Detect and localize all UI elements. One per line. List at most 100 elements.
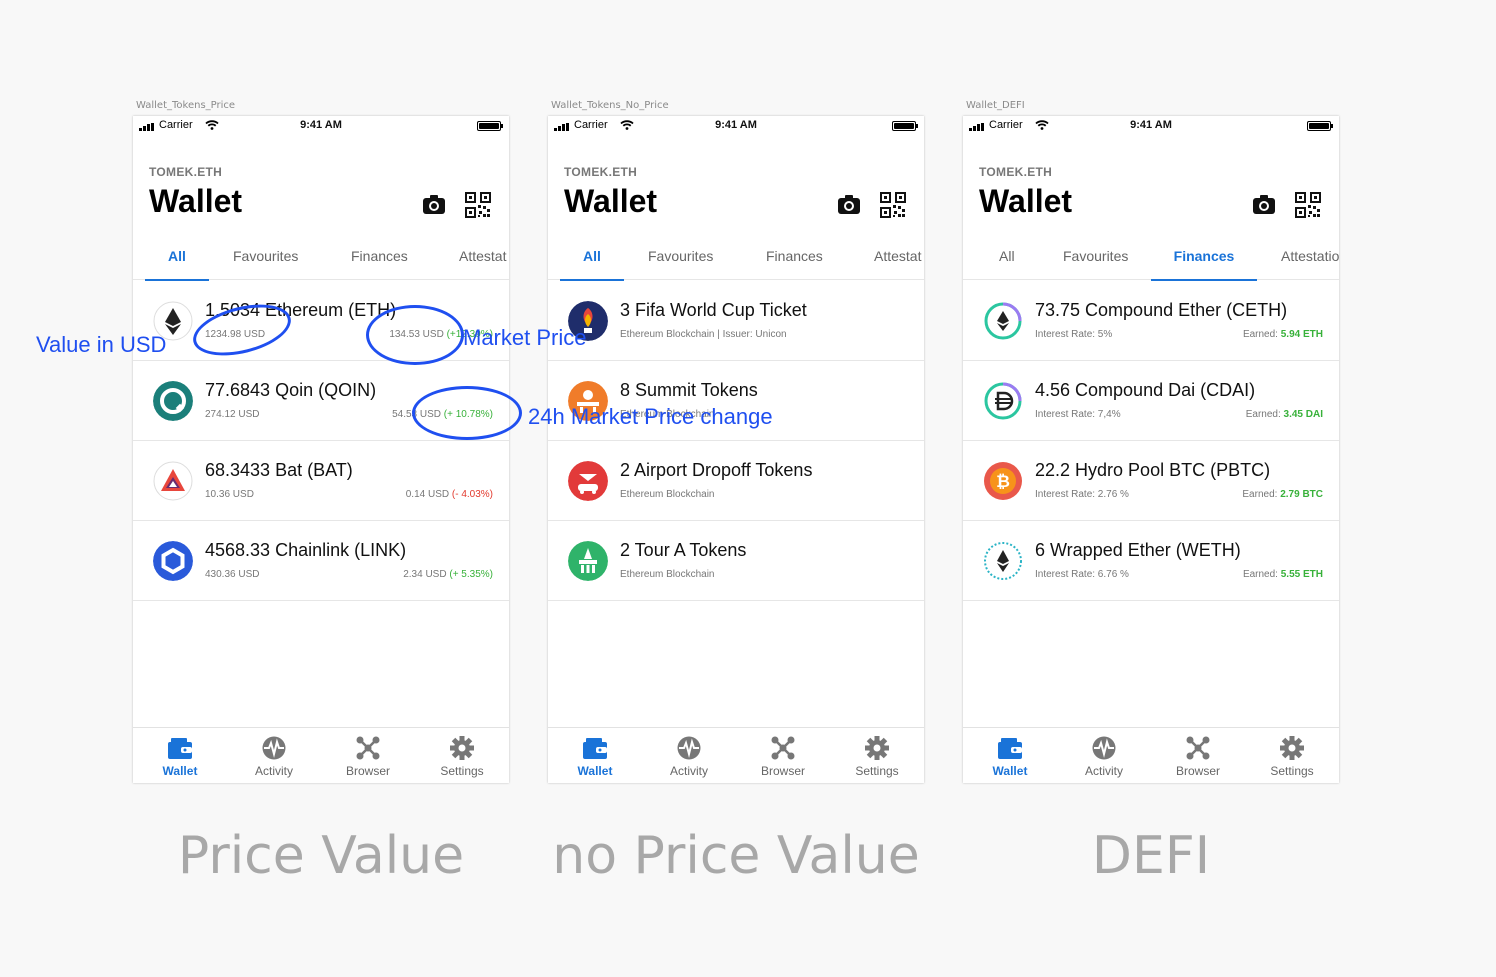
list-item[interactable]: 73.75 Compound Ether (CETH) Interest Rat… (963, 281, 1339, 361)
price-change: (+ 5.35%) (449, 569, 493, 580)
annotation-market-price: Market Price (463, 325, 587, 350)
frame-label-2: Wallet_Tokens_No_Price (551, 100, 669, 111)
qr-code-icon[interactable] (880, 192, 906, 218)
status-bar: Carrier 9:41 AM (963, 116, 1339, 136)
tab-favourites[interactable]: Favourites (233, 244, 298, 280)
market-price: 0.14 USD (- 4.03%) (406, 489, 493, 500)
tabbar-wallet[interactable]: Wallet (548, 728, 642, 783)
token-name: 77.6843 Qoin (QOIN) (205, 380, 377, 400)
token-name: 4.56 Compound Dai (CDAI) (1035, 380, 1256, 400)
category-tabs: All Favourites Finances Attestat (548, 244, 924, 281)
tabbar-label: Browser (760, 764, 805, 778)
category-tabs: All Favourites Finances Attestatio (963, 244, 1339, 281)
token-list: 73.75 Compound Ether (CETH) Interest Rat… (963, 281, 1339, 601)
tabbar-label: Browser (345, 764, 390, 778)
earned-value: 2.79 BTC (1280, 489, 1323, 500)
compound-ether-icon (984, 302, 1022, 340)
account-name: TOMEK.ETH (149, 165, 223, 179)
tabbar-settings[interactable]: Settings (830, 728, 924, 783)
tabbar-activity[interactable]: Activity (642, 728, 736, 783)
list-item[interactable]: ₿ 22.2 Hydro Pool BTC (PBTC) Interest Ra… (963, 441, 1339, 521)
list-item[interactable]: 68.3433 Bat (BAT) 10.36 USD 0.14 USD (- … (133, 441, 509, 521)
bottom-tab-bar: Wallet Activity Browser Settings (133, 727, 509, 783)
wallet-icon (583, 738, 607, 759)
clock: 9:41 AM (300, 119, 342, 131)
tabbar-label: Settings (440, 764, 484, 778)
page-title: Wallet (564, 183, 658, 219)
earned-value: 5.55 ETH (1280, 569, 1323, 580)
list-item[interactable]: 3 Fifa World Cup Ticket Ethereum Blockch… (548, 281, 924, 361)
tab-all[interactable]: All (560, 244, 624, 281)
earned-value: 3.45 DAI (1283, 409, 1323, 420)
status-bar: Carrier 9:41 AM (133, 116, 509, 136)
tabbar-wallet[interactable]: Wallet (133, 728, 227, 783)
interest-rate: Interest Rate: 6.76 % (1035, 569, 1129, 580)
list-item[interactable]: 2 Airport Dropoff Tokens Ethereum Blockc… (548, 441, 924, 521)
interest-rate: Interest Rate: 2.76 % (1035, 489, 1129, 500)
tabbar-settings[interactable]: Settings (415, 728, 509, 783)
clock: 9:41 AM (1130, 119, 1172, 131)
token-name: 4568.33 Chainlink (LINK) (205, 540, 407, 560)
annotation-ellipse-change (412, 386, 522, 440)
status-bar: Carrier 9:41 AM (548, 116, 924, 136)
tab-favourites[interactable]: Favourites (648, 244, 713, 280)
token-blockchain: Ethereum Blockchain (620, 489, 715, 500)
tabbar-activity[interactable]: Activity (1057, 728, 1151, 783)
bitcoin-icon: ₿ (984, 462, 1022, 500)
tab-finances[interactable]: Finances (1151, 244, 1257, 281)
token-value-usd: 10.36 USD (205, 489, 254, 500)
camera-icon[interactable] (421, 192, 447, 218)
tabbar-wallet[interactable]: Wallet (963, 728, 1057, 783)
gear-icon (450, 736, 474, 760)
browser-icon (356, 736, 380, 760)
tabbar-settings[interactable]: Settings (1245, 728, 1339, 783)
market-price-value: 0.14 USD (405, 489, 452, 500)
token-name: 2 Airport Dropoff Tokens (620, 460, 813, 480)
annotation-ellipse-market (366, 305, 464, 365)
list-item[interactable]: 4.56 Compound Dai (CDAI) Interest Rate: … (963, 361, 1339, 441)
tab-attestations[interactable]: Attestat (459, 244, 506, 280)
token-name: 8 Summit Tokens (620, 380, 758, 400)
tab-finances[interactable]: Finances (351, 244, 408, 280)
bottom-tab-bar: Wallet Activity Browser Settings (963, 727, 1339, 783)
qr-code-icon[interactable] (465, 192, 491, 218)
tabbar-browser[interactable]: Browser (736, 728, 830, 783)
token-name: 2 Tour A Tokens (620, 540, 747, 560)
tab-attestations[interactable]: Attestat (874, 244, 921, 280)
tab-attestations[interactable]: Attestatio (1281, 244, 1339, 280)
tab-finances[interactable]: Finances (766, 244, 823, 280)
token-value-usd: 430.36 USD (205, 569, 260, 580)
page-title: Wallet (149, 183, 243, 219)
interest-rate: Interest Rate: 7,4% (1035, 409, 1121, 420)
qoin-icon (153, 381, 193, 421)
camera-icon[interactable] (836, 192, 862, 218)
tabbar-activity[interactable]: Activity (227, 728, 321, 783)
qr-code-icon[interactable] (1295, 192, 1321, 218)
earned-value: 5.94 ETH (1280, 329, 1323, 340)
list-item[interactable]: 6 Wrapped Ether (WETH) Interest Rate: 6.… (963, 521, 1339, 601)
caption-defi: DEFI (1091, 826, 1211, 886)
activity-icon (677, 736, 701, 760)
svg-text:₿: ₿ (996, 472, 1010, 492)
earned-label: Earned: (1242, 569, 1281, 580)
tab-favourites[interactable]: Favourites (1063, 244, 1128, 280)
tab-all[interactable]: All (999, 244, 1015, 280)
wallet-icon (998, 738, 1022, 759)
token-name: 6 Wrapped Ether (WETH) (1035, 540, 1241, 560)
earned-amount: Earned: 3.45 DAI (1246, 409, 1323, 420)
list-item[interactable]: 4568.33 Chainlink (LINK) 430.36 USD 2.34… (133, 521, 509, 601)
bottom-tab-bar: Wallet Activity Browser Settings (548, 727, 924, 783)
list-item[interactable]: 2 Tour A Tokens Ethereum Blockchain (548, 521, 924, 601)
tabbar-browser[interactable]: Browser (1151, 728, 1245, 783)
tabbar-label: Wallet (992, 764, 1028, 778)
phone-screen-defi: Carrier 9:41 AM TOMEK.ETH Wallet All Fav… (963, 116, 1339, 783)
tabbar-browser[interactable]: Browser (321, 728, 415, 783)
earned-label: Earned: (1242, 329, 1281, 340)
camera-icon[interactable] (1251, 192, 1277, 218)
account-name: TOMEK.ETH (564, 165, 638, 179)
earned-label: Earned: (1242, 489, 1281, 500)
browser-icon (771, 736, 795, 760)
gear-icon (1280, 736, 1304, 760)
activity-icon (262, 736, 286, 760)
tab-all[interactable]: All (145, 244, 209, 281)
